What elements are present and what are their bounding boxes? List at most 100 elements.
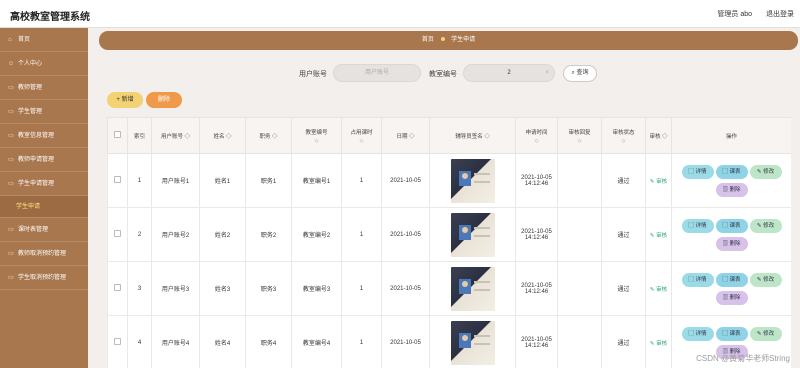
detail-button[interactable]: ▢ 详情 (681, 218, 714, 233)
cell-audit[interactable]: ✎ 审核 (645, 261, 672, 316)
cell-user: 用户账号1 (151, 153, 200, 208)
cell-date: 2021-10-05 (381, 261, 430, 316)
cell-user: 用户账号3 (151, 261, 200, 316)
table-row: 4 用户账号4 姓名4 职务4 教室编号4 1 2021-10-05 2021-10-05 14… (107, 315, 791, 368)
clear-icon[interactable]: × (545, 65, 549, 81)
cell-user: 用户账号4 (151, 315, 200, 368)
signature-photo[interactable] (450, 320, 495, 365)
signature-photo[interactable] (450, 158, 495, 203)
edit-icon: ✎ (649, 178, 655, 185)
sidebar-subitem-student-apply[interactable]: 学生申请 (0, 196, 88, 218)
course-button[interactable]: ▢ 课表 (715, 218, 748, 233)
row-checkbox[interactable] (107, 153, 128, 208)
doc-icon: ▢ (688, 168, 694, 175)
row-delete-button[interactable]: ▥ 删除 (715, 290, 748, 305)
cell-audit[interactable]: ✎ 审核 (645, 207, 672, 262)
logout-link[interactable]: 退出登录 (766, 11, 794, 18)
row-checkbox[interactable] (107, 207, 128, 262)
col-status[interactable]: 审核状态 ◇ (601, 117, 646, 154)
search-icon: ⌕ (571, 70, 575, 76)
col-room[interactable]: 教室编号 ◇ (291, 117, 342, 154)
edit-icon: ✎ (756, 276, 762, 283)
cell-reply (557, 261, 602, 316)
detail-button[interactable]: ▢ 详情 (681, 272, 714, 287)
course-button[interactable]: ▢ 课表 (715, 164, 748, 179)
cell-duty: 职务2 (245, 207, 292, 262)
sidebar-item-teacher-apply[interactable]: ▭ 教师申请管理 (0, 148, 88, 172)
col-name[interactable]: 姓名 ◇ (199, 117, 246, 154)
course-button[interactable]: ▢ 课表 (715, 272, 748, 287)
cell-status: 通过 (601, 315, 646, 368)
cell-room: 教室编号3 (291, 261, 342, 316)
top-right-menu: 管理员 abo 退出登录 (705, 9, 794, 19)
row-checkbox[interactable] (107, 261, 128, 316)
signature-photo[interactable] (450, 212, 495, 257)
home-icon: ⌂ (8, 37, 12, 43)
col-duty[interactable]: 职务 ◇ (245, 117, 292, 154)
breadcrumb-separator-icon (440, 37, 445, 42)
cell-name: 姓名2 (199, 207, 246, 262)
cell-signature (429, 207, 516, 262)
edit-button[interactable]: ✎ 修改 (749, 164, 782, 179)
col-date[interactable]: 日期 ◇ (381, 117, 430, 154)
course-button[interactable]: ▢ 课表 (715, 326, 748, 341)
sidebar-item-classrooms[interactable]: ▭ 教室信息管理 (0, 124, 88, 148)
delete-button[interactable]: 删除 (146, 92, 182, 108)
folder-icon: ▭ (8, 157, 14, 163)
detail-button[interactable]: ▢ 详情 (681, 326, 714, 341)
cell-audit[interactable]: ✎ 审核 (645, 315, 672, 368)
cell-audit[interactable]: ✎ 审核 (645, 153, 672, 208)
col-reply[interactable]: 审核回复 ◇ (557, 117, 602, 154)
col-apply-time[interactable]: 申请时间 ◇ (515, 117, 558, 154)
row-checkbox[interactable] (107, 315, 128, 368)
search-button[interactable]: ⌕ 查询 (563, 65, 597, 82)
cell-date: 2021-10-05 (381, 315, 430, 368)
sidebar-item-teacher-cancel[interactable]: ▭ 教师取消预约管理 (0, 242, 88, 266)
cell-signature (429, 261, 516, 316)
sidebar-item-students[interactable]: ▭ 学生管理 (0, 100, 88, 124)
breadcrumb-home[interactable]: 首页 (422, 37, 434, 43)
cell-signature (429, 315, 516, 368)
sidebar-item-schedule[interactable]: ▭ 课时表管理 (0, 218, 88, 242)
user-account-input[interactable]: 用户账号 (333, 64, 421, 82)
cell-duty: 职务3 (245, 261, 292, 316)
folder-icon: ▭ (8, 181, 14, 187)
edit-button[interactable]: ✎ 修改 (749, 218, 782, 233)
cell-status: 通过 (601, 153, 646, 208)
row-delete-button[interactable]: ▥ 删除 (715, 182, 748, 197)
cell-index: 4 (127, 315, 152, 368)
add-button[interactable]: + 新增 (107, 92, 143, 108)
sidebar-item-student-apply[interactable]: ▭ 学生申请管理 (0, 172, 88, 196)
trash-icon: ▥ (722, 240, 728, 247)
cell-name: 姓名1 (199, 153, 246, 208)
watermark: CSDN @黄菊华老师String (696, 354, 790, 363)
col-hours[interactable]: 占用课时 ◇ (341, 117, 382, 154)
top-bar: 高校教室管理系统 管理员 abo 退出登录 (0, 0, 800, 28)
breadcrumb-current: 学生申请 (451, 37, 476, 43)
cell-ops: ▢ 详情 ▢ 课表 ✎ 修改 ▥ 删除 (671, 153, 791, 208)
cell-apply-time: 2021-10-05 14:12:46 (515, 207, 558, 262)
doc-icon: ▢ (688, 330, 694, 337)
table-row: 1 用户账号1 姓名1 职务1 教室编号1 1 2021-10-05 2021-10-05 14… (107, 153, 791, 208)
sidebar-item-home[interactable]: ⌂ 首页 (0, 28, 88, 52)
signature-photo[interactable] (450, 266, 495, 311)
detail-button[interactable]: ▢ 详情 (681, 164, 714, 179)
sidebar-item-student-cancel[interactable]: ▭ 学生取消预约管理 (0, 266, 88, 290)
trash-icon: ▥ (722, 186, 728, 193)
doc-icon: ▢ (688, 222, 694, 229)
doc-icon: ▢ (722, 222, 728, 229)
room-number-input[interactable]: 2 × (463, 64, 555, 82)
table-row: 2 用户账号2 姓名2 职务2 教室编号2 1 2021-10-05 2021-10-05 14… (107, 207, 791, 262)
folder-icon: ▭ (8, 109, 14, 115)
search-bar: 用户账号 用户账号 教室编号 2 × ⌕ 查询 (0, 64, 800, 84)
edit-button[interactable]: ✎ 修改 (749, 272, 782, 287)
edit-icon: ✎ (649, 340, 655, 347)
col-audit[interactable]: 审核 ◇ (645, 117, 672, 154)
col-user[interactable]: 用户账号 ◇ (151, 117, 200, 154)
breadcrumb: 首页 学生申请 (99, 31, 798, 50)
edit-button[interactable]: ✎ 修改 (749, 326, 782, 341)
cell-hours: 1 (341, 207, 382, 262)
row-delete-button[interactable]: ▥ 删除 (715, 236, 748, 251)
col-signature[interactable]: 辅导员签名 ◇ (429, 117, 516, 154)
select-all-checkbox[interactable] (107, 117, 128, 154)
